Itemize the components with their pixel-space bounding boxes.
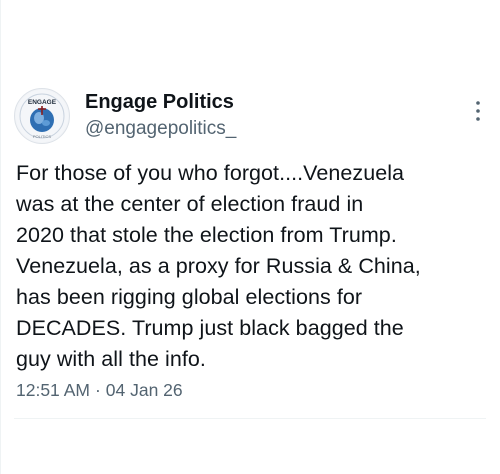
more-vertical-icon [476,101,480,121]
tweet-text: For those of you who forgot....Venezuela… [16,161,421,371]
left-border [0,0,1,474]
svg-text:POLITICS: POLITICS [33,134,52,139]
more-options-button[interactable] [468,98,488,124]
tweet-time[interactable]: 12:51 AM [16,378,90,402]
engage-logo-icon: ENGAGE POLITICS [16,90,68,142]
post-header: ENGAGE POLITICS Engage Politics @engagep… [14,88,486,148]
author-block: Engage Politics @engagepolitics_ [85,90,236,141]
meta-separator: · [94,380,101,400]
author-display-name[interactable]: Engage Politics [85,90,236,114]
svg-text:ENGAGE: ENGAGE [28,99,57,106]
tweet-date[interactable]: 04 Jan 26 [106,378,183,402]
post-card: ENGAGE POLITICS Engage Politics @engagep… [0,0,500,474]
divider [14,418,486,419]
tweet-meta: 12:51 AM · 04 Jan 26 [16,378,183,402]
author-handle[interactable]: @engagepolitics_ [85,117,236,141]
avatar[interactable]: ENGAGE POLITICS [14,88,70,144]
